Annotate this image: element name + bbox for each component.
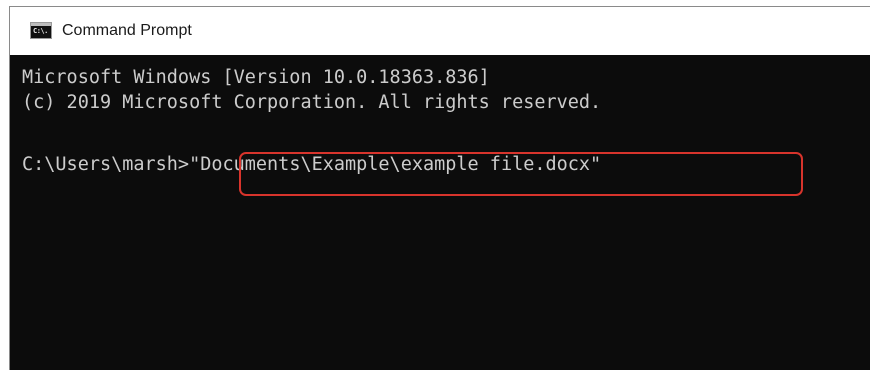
console-line-copyright: (c) 2019 Microsoft Corporation. All righ…	[22, 92, 602, 113]
console-line-version: Microsoft Windows [Version 10.0.18363.83…	[22, 67, 490, 88]
title-bar[interactable]: C:\. Command Prompt	[10, 7, 870, 55]
console-prompt: C:\Users\marsh>	[22, 154, 190, 175]
console-command-line[interactable]: C:\Users\marsh>"Documents\Example\exampl…	[22, 152, 601, 177]
console-command-input[interactable]: "Documents\Example\example file.docx"	[189, 154, 601, 175]
cmd-icon: C:\.	[30, 22, 52, 39]
console-output[interactable]: Microsoft Windows [Version 10.0.18363.83…	[10, 55, 870, 370]
command-prompt-window: C:\. Command Prompt Microsoft Windows [V…	[9, 6, 870, 370]
cmd-icon-prompt: C:\.	[33, 27, 48, 35]
window-title: Command Prompt	[62, 22, 192, 39]
